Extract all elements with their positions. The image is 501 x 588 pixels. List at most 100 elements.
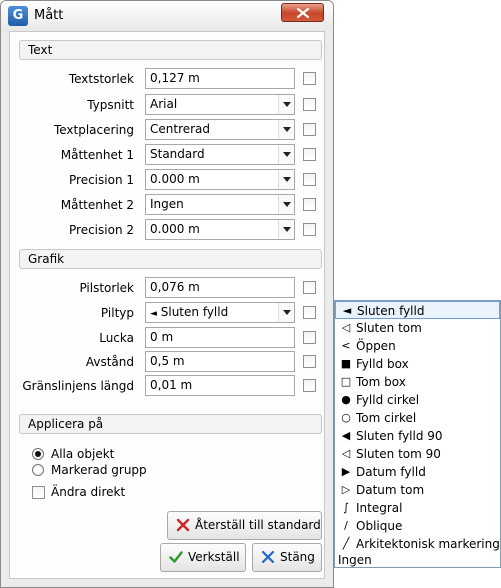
apply-button[interactable]: Verkställ bbox=[160, 543, 246, 572]
textstorlek-label: Textstorlek bbox=[68, 72, 134, 86]
filled-circle-icon: ● bbox=[341, 393, 351, 406]
andra-direkt-checkbox[interactable] bbox=[32, 486, 45, 499]
precision1-label: Precision 1 bbox=[69, 173, 134, 187]
section-applicera: Applicera på bbox=[19, 414, 322, 434]
reset-to-default-button[interactable]: Återställ till standard bbox=[167, 511, 322, 540]
empty-box-icon: □ bbox=[340, 375, 352, 388]
arrow-type-option[interactable]: ◁ Sluten tom 90 bbox=[335, 445, 500, 463]
arrow-type-dropdown-list[interactable]: ◄ Sluten fylld ◁ Sluten tom < Öppen ■ Fy… bbox=[334, 300, 501, 568]
arrow-type-option-label: Fylld cirkel bbox=[356, 393, 420, 407]
arrow-type-option[interactable]: ○ Tom cirkel bbox=[335, 409, 500, 427]
oblique-icon: / bbox=[344, 519, 348, 532]
avstand-checkbox[interactable] bbox=[303, 355, 316, 368]
chevron-down-icon[interactable] bbox=[278, 195, 294, 214]
alla-objekt-label[interactable]: Alla objekt bbox=[51, 447, 114, 461]
arrow-closed-filled-90-icon: ◀ bbox=[341, 429, 351, 442]
piltyp-select[interactable]: ◄ Sluten fylld bbox=[145, 302, 295, 323]
precision2-checkbox[interactable] bbox=[303, 223, 316, 236]
mattenhet1-select[interactable]: Standard bbox=[145, 144, 295, 165]
textplacering-label: Textplacering bbox=[53, 123, 134, 137]
lucka-label: Lucka bbox=[99, 331, 134, 345]
typsnitt-label: Typsnitt bbox=[87, 98, 134, 112]
close-button[interactable]: Stäng bbox=[252, 543, 322, 572]
arrow-type-option-label: Integral bbox=[356, 501, 403, 515]
chevron-down-icon[interactable] bbox=[278, 95, 294, 114]
chevron-down-icon[interactable] bbox=[278, 220, 294, 239]
textplacering-checkbox[interactable] bbox=[303, 123, 316, 136]
arrow-closed-filled-icon: ◄ bbox=[150, 309, 157, 319]
arrow-type-option-label: Sluten fylld bbox=[357, 304, 425, 318]
arrow-closed-filled-icon: ◄ bbox=[342, 304, 352, 317]
arrow-type-option-label: Ingen bbox=[338, 553, 372, 567]
precision1-checkbox[interactable] bbox=[303, 173, 316, 186]
apply-button-label: Verkställ bbox=[188, 550, 240, 564]
textstorlek-checkbox[interactable] bbox=[303, 72, 316, 85]
avstand-label: Avstånd bbox=[85, 355, 134, 369]
lucka-input[interactable]: 0 m bbox=[145, 327, 295, 348]
arrow-type-option[interactable]: ▷ Datum tom bbox=[335, 481, 500, 499]
filled-box-icon: ■ bbox=[340, 357, 352, 370]
mattenhet1-checkbox[interactable] bbox=[303, 148, 316, 161]
avstand-input[interactable]: 0,5 m bbox=[145, 351, 295, 372]
lucka-checkbox[interactable] bbox=[303, 331, 316, 344]
granslinje-checkbox[interactable] bbox=[303, 379, 316, 392]
pilstorlek-checkbox[interactable] bbox=[303, 281, 316, 294]
markerad-grupp-label[interactable]: Markerad grupp bbox=[51, 463, 147, 477]
close-icon bbox=[297, 8, 309, 18]
typsnitt-checkbox[interactable] bbox=[303, 98, 316, 111]
textstorlek-input[interactable]: 0,127 m bbox=[145, 68, 295, 89]
arrow-closed-open-icon: ◁ bbox=[341, 321, 351, 334]
mattenhet1-label: Måttenhet 1 bbox=[60, 148, 134, 162]
arrow-type-option[interactable]: ◄ Sluten fylld bbox=[335, 301, 500, 319]
arrow-type-option-label: Sluten fylld 90 bbox=[356, 429, 443, 443]
arrow-type-option-label: Tom box bbox=[356, 375, 406, 389]
arrow-type-option[interactable]: ∫ Integral bbox=[335, 499, 500, 517]
section-text: Text bbox=[19, 40, 322, 60]
blue-x-icon bbox=[261, 550, 275, 564]
mattenhet2-select[interactable]: Ingen bbox=[145, 194, 295, 215]
arrow-type-option[interactable]: ● Fylld cirkel bbox=[335, 391, 500, 409]
dialog-title: Mått bbox=[34, 8, 64, 23]
checkmark-icon bbox=[169, 551, 183, 563]
piltyp-value: Sluten fylld bbox=[160, 305, 229, 319]
arrow-type-option[interactable]: Ingen bbox=[335, 551, 500, 569]
dimension-dialog: G Mått Text Textstorlek 0,127 m Typsnitt… bbox=[0, 0, 334, 588]
chevron-down-icon[interactable] bbox=[278, 303, 294, 322]
arrow-type-option[interactable]: < Öppen bbox=[335, 337, 500, 355]
arrow-type-option-label: Oblique bbox=[356, 519, 403, 533]
section-grafik: Grafik bbox=[19, 249, 322, 269]
markerad-grupp-radio[interactable] bbox=[32, 464, 44, 476]
chevron-down-icon[interactable] bbox=[278, 170, 294, 189]
arrow-type-option[interactable]: ■ Fylld box bbox=[335, 355, 500, 373]
arrow-type-option[interactable]: ▶ Datum fylld bbox=[335, 463, 500, 481]
textplacering-select[interactable]: Centrerad bbox=[145, 119, 295, 140]
datum-filled-icon: ▶ bbox=[341, 465, 351, 478]
granslinje-label: Gränslinjens längd bbox=[22, 379, 134, 393]
window-close-button[interactable] bbox=[281, 3, 324, 22]
granslinje-input[interactable]: 0,01 m bbox=[145, 375, 295, 396]
arrow-type-option[interactable]: ◁ Sluten tom bbox=[335, 319, 500, 337]
close-button-label: Stäng bbox=[280, 550, 315, 564]
mattenhet2-checkbox[interactable] bbox=[303, 198, 316, 211]
chevron-down-icon[interactable] bbox=[278, 120, 294, 139]
precision2-value: 0.000 m bbox=[150, 222, 200, 236]
piltyp-checkbox[interactable] bbox=[303, 306, 316, 319]
mattenhet2-label: Måttenhet 2 bbox=[60, 198, 134, 212]
precision2-label: Precision 2 bbox=[69, 223, 134, 237]
alla-objekt-radio[interactable] bbox=[32, 448, 44, 460]
arrow-open-icon: < bbox=[341, 339, 351, 352]
chevron-down-icon[interactable] bbox=[278, 145, 294, 164]
arrow-closed-open-90-icon: ◁ bbox=[341, 447, 351, 460]
arrow-type-option[interactable]: ◀ Sluten fylld 90 bbox=[335, 427, 500, 445]
arrow-type-option-label: Öppen bbox=[356, 339, 396, 353]
typsnitt-select[interactable]: Arial bbox=[145, 94, 295, 115]
piltyp-label: Piltyp bbox=[100, 306, 134, 320]
arrow-type-option[interactable]: □ Tom box bbox=[335, 373, 500, 391]
andra-direkt-label[interactable]: Ändra direkt bbox=[51, 485, 125, 499]
pilstorlek-input[interactable]: 0,076 m bbox=[145, 277, 295, 298]
typsnitt-value: Arial bbox=[150, 97, 178, 111]
precision2-select[interactable]: 0.000 m bbox=[145, 219, 295, 240]
precision1-value: 0.000 m bbox=[150, 172, 200, 186]
arrow-type-option[interactable]: / Oblique bbox=[335, 517, 500, 535]
precision1-select[interactable]: 0.000 m bbox=[145, 169, 295, 190]
